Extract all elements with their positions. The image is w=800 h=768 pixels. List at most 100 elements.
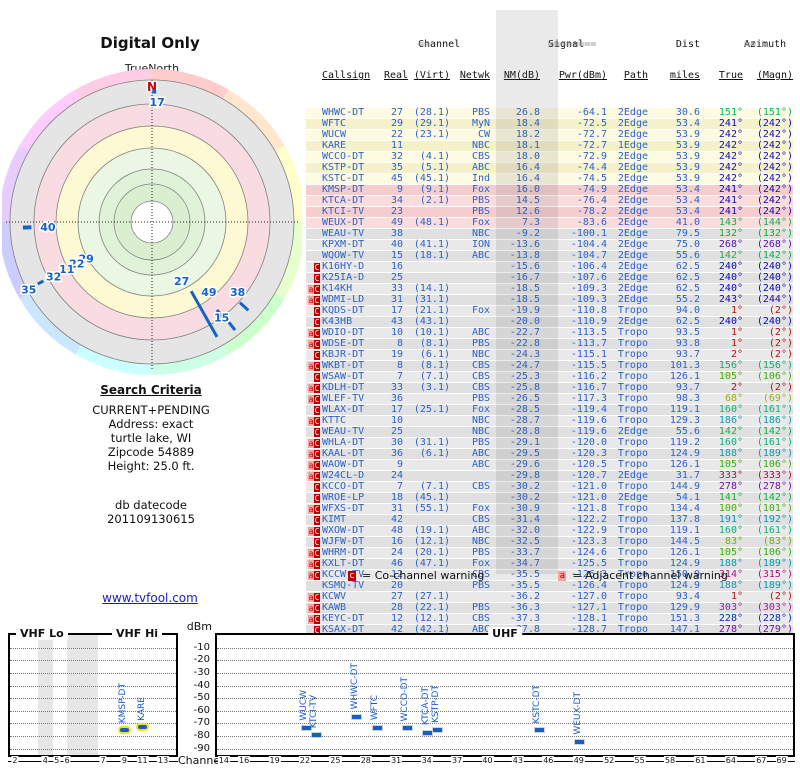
radar-channel-label: 49 (201, 286, 216, 299)
distance-cell: 53.4 (675, 184, 700, 195)
uhf-chart: 14 16 19 22 25 28 31 34 37 40 43 46 49 52 55 58 61 64 67 69… (215, 627, 795, 765)
table-row: aC KDLH-DT 33 (3.1) CBS -25.8 -116.7 Tropo 93.7 2… (306, 383, 793, 394)
warning-markers: C (306, 350, 320, 361)
path-cell: 2Edge (617, 206, 648, 217)
dbm-tick-label: -90 (193, 742, 210, 754)
network-cell: CW (477, 129, 490, 140)
dbm-axis-title: dBm (186, 620, 212, 633)
table-row: aC WDIO-DT 10 (10.1) ABC -22.7 -113.5 Tropo 93.5… (306, 328, 793, 339)
channel-tick-label: 43 (511, 756, 524, 765)
network-cell (450, 273, 490, 284)
legend-label: = Co-channel warning (362, 569, 485, 582)
gridline (217, 672, 793, 674)
channel-tick-label: 4 (41, 756, 49, 765)
band-label: VHF Lo (16, 627, 68, 640)
channel-tick-label: 46 (542, 756, 555, 765)
virtual-channel-cell (403, 141, 450, 151)
virtual-channel-cell: (4.1) (419, 151, 450, 162)
dbm-tick-label: -50 (193, 692, 210, 704)
azimuth-magn-cell: (242°) (756, 151, 793, 162)
warning-markers: aC (306, 504, 320, 515)
callsign-cell: WHWC-DT (322, 107, 365, 118)
power-dbm-cell: -104.4 (570, 239, 607, 250)
network-cell (450, 262, 490, 273)
warning-markers: aC (306, 361, 320, 372)
tvfool-link[interactable]: www.tvfool.com (102, 591, 198, 605)
virtual-channel-cell: (25.1) (413, 404, 450, 415)
table-row: KSMQ-TV 20 PBS -35.5 -126.4 Tropo 124.9 188° (18… (306, 581, 793, 592)
gridline (10, 723, 176, 725)
channel-tick-label: 37 (451, 756, 464, 765)
nm-db-cell: 7.3 (521, 217, 540, 228)
warning-markers: C (306, 317, 320, 328)
virtual-channel-cell: (6.1) (419, 448, 450, 459)
distance-cell: 124.9 (669, 580, 700, 591)
azimuth-magn-cell: (242°) (756, 162, 793, 173)
channel-tick-label: 25 (329, 756, 342, 765)
distance-cell: 75.0 (675, 239, 700, 250)
nm-db-cell: 14.5 (515, 195, 540, 206)
distance-cell: 53.9 (675, 173, 700, 184)
power-dbm-cell: -76.4 (576, 195, 607, 206)
dbm-tick-label: -30 (193, 666, 210, 678)
channel-tick-label: 52 (603, 756, 616, 765)
network-cell: ION (471, 239, 490, 250)
channel-axis-line (8, 761, 178, 762)
power-dbm-cell: -104.7 (570, 250, 607, 261)
callsign-cell: WQOW-TV (322, 250, 365, 261)
warning-markers (306, 207, 320, 217)
distance-cell: 53.4 (675, 118, 700, 129)
search-criteria-line: Zipcode 54889 (107, 445, 195, 459)
dbm-tick-label: -40 (193, 679, 210, 691)
signal-marker-label: KSTC-DT (532, 684, 543, 724)
callsign-cell: WCCO-DT (322, 151, 365, 162)
gridline (10, 698, 176, 700)
channel-tick-label: 11 (136, 756, 149, 765)
signal-marker (371, 724, 383, 731)
callsign-cell: WUCW (322, 129, 347, 140)
real-channel-cell: 15 (390, 250, 403, 261)
virtual-channel-cell: (2.1) (419, 195, 450, 206)
real-channel-cell: 40 (390, 239, 403, 250)
channel-tick-label: 40 (481, 756, 494, 765)
radar-channel-label: 40 (40, 221, 56, 234)
path-cell: 2Edge (617, 173, 648, 184)
azimuth-magn-cell: (242°) (756, 173, 793, 184)
distance-cell: 53.9 (675, 162, 700, 173)
distance-cell: 53.4 (675, 206, 700, 217)
power-dbm-cell: -78.2 (576, 206, 607, 217)
warning-markers (306, 240, 320, 250)
warning-markers: aC (306, 471, 320, 482)
column-header-virt: (Virt) (413, 70, 450, 81)
signal-marker-label: WEUX-DT (572, 692, 583, 735)
warning-markers (306, 163, 320, 173)
gridline (10, 748, 176, 750)
nm-db-cell: -35.5 (509, 580, 540, 591)
gridline (217, 660, 793, 662)
network-cell: CBS (471, 151, 490, 162)
radar-channel-label: 38 (230, 286, 245, 299)
radar-title: Digital Only (100, 34, 200, 52)
virtual-channel-cell: (41.1) (413, 239, 450, 250)
callsign-cell: WEAU-TV (322, 228, 365, 239)
signal-marker (138, 724, 147, 729)
path-cell: 2Edge (617, 151, 648, 162)
co-channel-warning-icon: c (348, 570, 356, 581)
radar-channel-label: 11 (59, 263, 74, 276)
column-header-nmdb: NM(dB) (503, 70, 540, 81)
column-header-miles: miles (669, 70, 700, 81)
power-dbm-cell: -64.1 (576, 107, 607, 118)
path-cell: 2Edge (617, 239, 648, 250)
column-header-magn: (Magn) (756, 70, 793, 81)
signal-marker-label: KSTP-DT (430, 684, 441, 723)
warning-markers: aC (306, 328, 320, 339)
virtual-channel-cell (403, 229, 450, 239)
search-criteria-lines: CURRENT+PENDING Address: exact turtle lake… (41, 403, 261, 473)
path-cell: 2Edge (617, 129, 648, 140)
warning-markers (306, 108, 320, 118)
azimuth-magn-cell: (132°) (756, 228, 793, 239)
dbm-tick-label: -10 (193, 641, 210, 653)
search-criteria-line: Height: 25.0 ft. (107, 459, 195, 473)
warning-markers (306, 141, 320, 151)
warning-markers: aC (306, 394, 320, 405)
